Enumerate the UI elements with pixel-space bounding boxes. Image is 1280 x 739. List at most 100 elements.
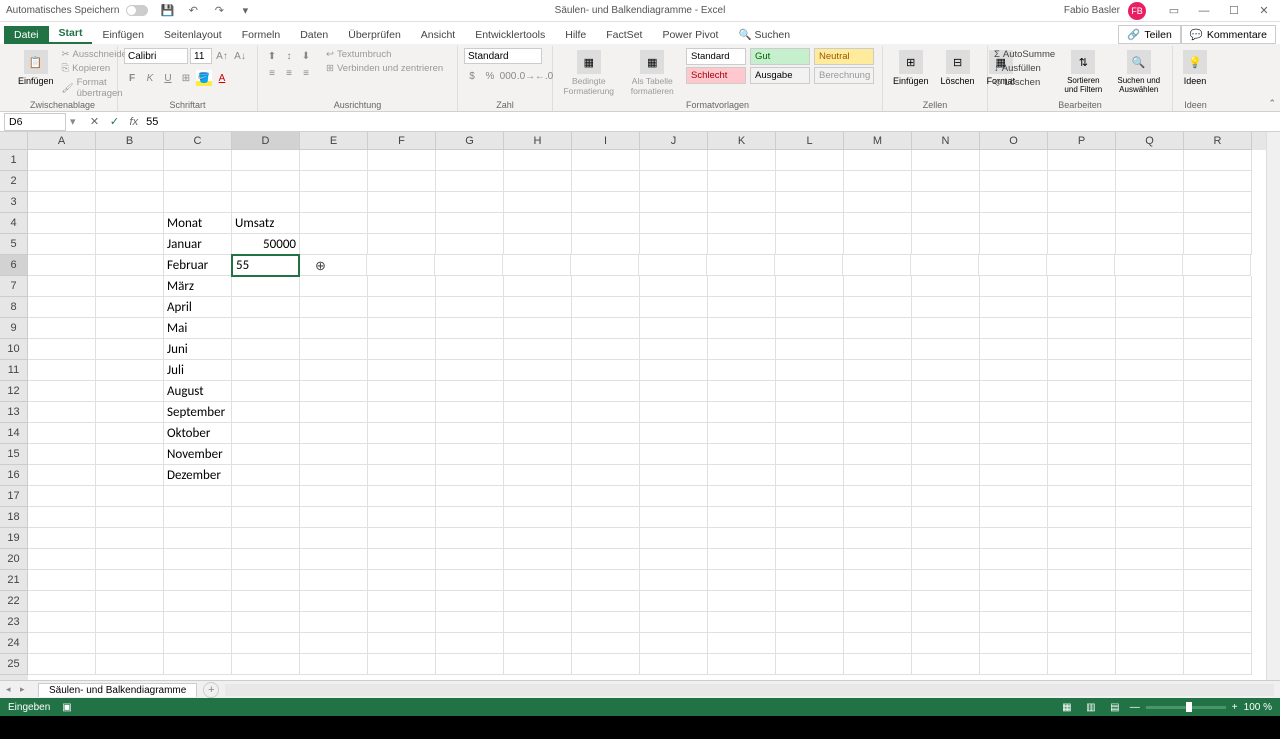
find-select-button[interactable]: 🔍Suchen und Auswählen (1111, 48, 1166, 96)
cell-O23[interactable] (980, 612, 1048, 633)
cell-C5[interactable]: Januar (164, 234, 232, 255)
row-header-16[interactable]: 16 (0, 465, 28, 486)
cell-E13[interactable] (300, 402, 368, 423)
cell-O2[interactable] (980, 171, 1048, 192)
style-gut[interactable]: Gut (750, 48, 810, 65)
cell-A16[interactable] (28, 465, 96, 486)
cell-F5[interactable] (368, 234, 436, 255)
cell-I19[interactable] (572, 528, 640, 549)
cell-J5[interactable] (640, 234, 708, 255)
cell-A18[interactable] (28, 507, 96, 528)
cell-P5[interactable] (1048, 234, 1116, 255)
row-header-23[interactable]: 23 (0, 612, 28, 633)
cell-N16[interactable] (912, 465, 980, 486)
row-header-20[interactable]: 20 (0, 549, 28, 570)
cell-M14[interactable] (844, 423, 912, 444)
cell-F3[interactable] (368, 192, 436, 213)
cell-R4[interactable] (1184, 213, 1252, 234)
fx-icon[interactable]: fx (130, 116, 139, 128)
cell-B16[interactable] (96, 465, 164, 486)
cell-C23[interactable] (164, 612, 232, 633)
cell-D15[interactable] (232, 444, 300, 465)
cell-Q5[interactable] (1116, 234, 1184, 255)
cell-G17[interactable] (436, 486, 504, 507)
cell-Q2[interactable] (1116, 171, 1184, 192)
row-header-14[interactable]: 14 (0, 423, 28, 444)
cell-R19[interactable] (1184, 528, 1252, 549)
cell-D14[interactable] (232, 423, 300, 444)
user-avatar[interactable]: FB (1128, 2, 1146, 20)
row-header-1[interactable]: 1 (0, 150, 28, 171)
decrease-decimal-icon[interactable]: ←.0 (536, 68, 552, 84)
col-header-G[interactable]: G (436, 132, 504, 150)
cell-H6[interactable] (503, 255, 571, 276)
cell-J22[interactable] (640, 591, 708, 612)
cell-L9[interactable] (776, 318, 844, 339)
paste-button[interactable]: 📋 Einfügen (14, 48, 58, 88)
cell-H1[interactable] (504, 150, 572, 171)
cell-I22[interactable] (572, 591, 640, 612)
cell-L23[interactable] (776, 612, 844, 633)
cell-P11[interactable] (1048, 360, 1116, 381)
cell-G22[interactable] (436, 591, 504, 612)
cell-E7[interactable] (300, 276, 368, 297)
row-header-19[interactable]: 19 (0, 528, 28, 549)
cell-R14[interactable] (1184, 423, 1252, 444)
cell-M2[interactable] (844, 171, 912, 192)
cell-M4[interactable] (844, 213, 912, 234)
cell-K21[interactable] (708, 570, 776, 591)
cell-I25[interactable] (572, 654, 640, 675)
cell-G25[interactable] (436, 654, 504, 675)
autosave-toggle[interactable]: Automatisches Speichern (6, 5, 148, 16)
cell-A5[interactable] (28, 234, 96, 255)
col-header-H[interactable]: H (504, 132, 572, 150)
cell-L10[interactable] (776, 339, 844, 360)
close-button[interactable]: ✕ (1254, 4, 1274, 18)
cell-A17[interactable] (28, 486, 96, 507)
cell-L18[interactable] (776, 507, 844, 528)
cell-C18[interactable] (164, 507, 232, 528)
cell-Q8[interactable] (1116, 297, 1184, 318)
cell-K1[interactable] (708, 150, 776, 171)
cell-L21[interactable] (776, 570, 844, 591)
cell-Q6[interactable] (1115, 255, 1183, 276)
cell-M21[interactable] (844, 570, 912, 591)
cell-I4[interactable] (572, 213, 640, 234)
row-header-21[interactable]: 21 (0, 570, 28, 591)
cell-Q17[interactable] (1116, 486, 1184, 507)
cell-D7[interactable] (232, 276, 300, 297)
style-ausgabe[interactable]: Ausgabe (750, 67, 810, 84)
format-as-table-button[interactable]: ▦ Als Tabelle formatieren (623, 48, 682, 98)
cell-P24[interactable] (1048, 633, 1116, 654)
cell-B24[interactable] (96, 633, 164, 654)
cell-E16[interactable] (300, 465, 368, 486)
cell-O17[interactable] (980, 486, 1048, 507)
cell-A8[interactable] (28, 297, 96, 318)
row-header-10[interactable]: 10 (0, 339, 28, 360)
cell-Q14[interactable] (1116, 423, 1184, 444)
cell-I17[interactable] (572, 486, 640, 507)
cell-R2[interactable] (1184, 171, 1252, 192)
style-schlecht[interactable]: Schlecht (686, 67, 746, 84)
cell-D24[interactable] (232, 633, 300, 654)
cell-H8[interactable] (504, 297, 572, 318)
cell-F2[interactable] (368, 171, 436, 192)
cell-Q7[interactable] (1116, 276, 1184, 297)
cell-H15[interactable] (504, 444, 572, 465)
cell-F22[interactable] (368, 591, 436, 612)
cell-L11[interactable] (776, 360, 844, 381)
autosum-button[interactable]: Σ AutoSumme (994, 48, 1055, 61)
cell-D5[interactable]: 50000 (232, 234, 300, 255)
cell-N13[interactable] (912, 402, 980, 423)
cell-Q12[interactable] (1116, 381, 1184, 402)
cell-E6[interactable] (299, 255, 367, 276)
view-normal-icon[interactable]: ▦ (1058, 700, 1076, 714)
search-box[interactable]: 🔍 Suchen (728, 25, 800, 44)
cell-L19[interactable] (776, 528, 844, 549)
cell-B3[interactable] (96, 192, 164, 213)
cell-N14[interactable] (912, 423, 980, 444)
cell-F7[interactable] (368, 276, 436, 297)
cell-O18[interactable] (980, 507, 1048, 528)
cell-H2[interactable] (504, 171, 572, 192)
cell-K4[interactable] (708, 213, 776, 234)
